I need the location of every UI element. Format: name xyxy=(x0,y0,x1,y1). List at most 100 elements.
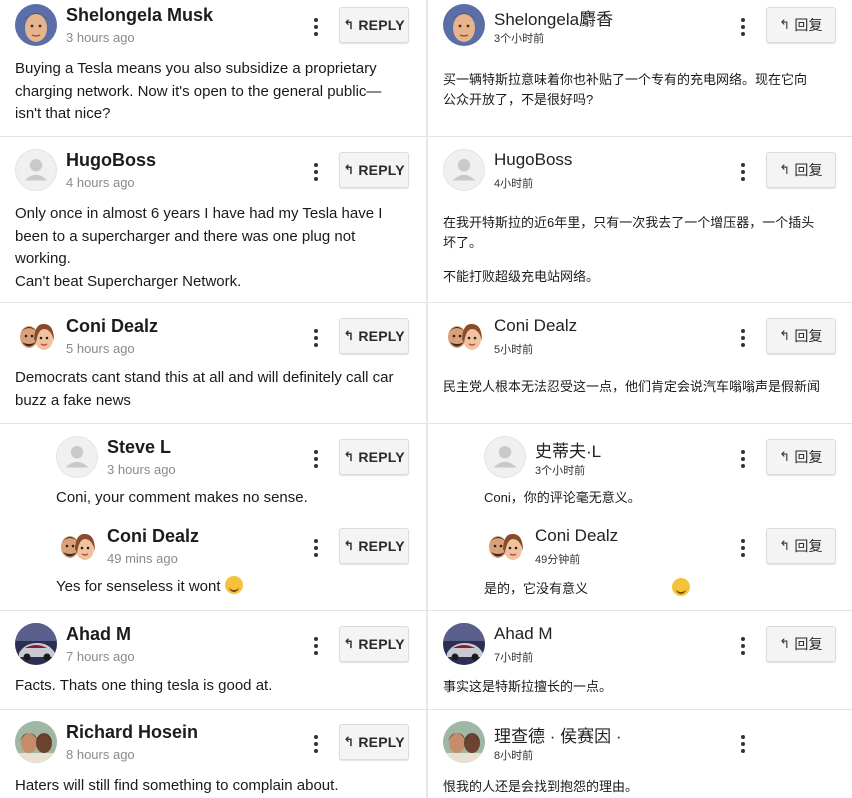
avatar[interactable] xyxy=(484,436,526,478)
reply-arrow-icon: ↰ xyxy=(343,17,355,32)
more-options-icon[interactable] xyxy=(311,328,321,348)
comment-timestamp: 4 hours ago xyxy=(66,175,135,190)
comment-line: charging network. Now it's open to the g… xyxy=(15,82,382,100)
reply-label: 回复 xyxy=(794,17,823,33)
reply-label: REPLY xyxy=(358,636,405,652)
comment-author[interactable]: 理查德 · 侯赛因 · xyxy=(494,722,622,747)
avatar[interactable] xyxy=(443,721,485,763)
more-options-icon[interactable] xyxy=(738,449,748,469)
more-options-icon[interactable] xyxy=(311,17,321,37)
more-options-icon[interactable] xyxy=(311,636,321,656)
more-options-icon[interactable] xyxy=(311,734,321,754)
more-options-icon[interactable] xyxy=(738,17,748,37)
avatar[interactable] xyxy=(15,623,57,665)
comment-line: 民主党人根本无法忍受这一点，他们肯定会说汽车嗡嗡声是假新闻 xyxy=(443,379,821,394)
comment-author[interactable]: HugoBoss xyxy=(494,150,572,170)
comment-separator xyxy=(0,610,426,611)
comment-body: 恨我的人还是会找到抱怨的理由。 xyxy=(443,777,638,797)
comment-line xyxy=(443,253,814,267)
avatar[interactable] xyxy=(15,149,57,191)
reply-button[interactable]: ↰ REPLY xyxy=(339,724,409,760)
reply-button[interactable]: ↰ REPLY xyxy=(339,318,409,354)
reply-button[interactable]: ↰ 回复 xyxy=(766,7,836,43)
reply-arrow-icon: ↰ xyxy=(343,734,355,749)
avatar[interactable] xyxy=(443,315,485,357)
reply-arrow-icon: ↰ xyxy=(779,636,791,651)
comment-body: Coni, your comment makes no sense. xyxy=(56,487,308,510)
comment-line: been to a supercharger and there was one… xyxy=(15,227,356,245)
avatar[interactable] xyxy=(15,4,57,46)
reply-label: 回复 xyxy=(794,328,823,344)
more-options-icon[interactable] xyxy=(311,162,321,182)
more-options-icon[interactable] xyxy=(738,636,748,656)
comment-author[interactable]: Coni Dealz xyxy=(107,526,199,547)
reply-arrow-icon: ↰ xyxy=(343,538,355,553)
more-options-icon[interactable] xyxy=(738,538,748,558)
reply-arrow-icon: ↰ xyxy=(343,636,355,651)
comment-body: Only once in almost 6 years I have had m… xyxy=(15,203,382,293)
comment-timestamp: 5 hours ago xyxy=(66,341,135,356)
comment-body: 事实这是特斯拉擅长的一点。 xyxy=(443,677,612,697)
comment-line: Can't beat Supercharger Network. xyxy=(15,272,242,290)
comment-body: Buying a Tesla means you also subsidize … xyxy=(15,58,381,126)
reply-arrow-icon: ↰ xyxy=(779,538,791,553)
chinese-comments-column: Shelongela麝香 3个小时前 ↰ 回复 买一辆特斯拉意味着你也补贴了一个专有的充… xyxy=(428,0,852,798)
more-options-icon[interactable] xyxy=(311,449,321,469)
reply-button[interactable]: ↰ 回复 xyxy=(766,439,836,475)
comment-line: buzz a fake news xyxy=(15,391,131,409)
reply-button[interactable]: ↰ REPLY xyxy=(339,528,409,564)
reply-button[interactable]: ↰ 回复 xyxy=(766,152,836,188)
more-options-icon[interactable] xyxy=(738,328,748,348)
comment-author[interactable]: Coni Dealz xyxy=(66,316,158,337)
comment-timestamp: 3 hours ago xyxy=(66,30,135,45)
avatar[interactable] xyxy=(56,436,98,478)
comment-line: Yes for senseless it wont xyxy=(56,578,221,595)
comment-line: 在我开特斯拉的近6年里，只有一次我去了一个增压器，一个插头 xyxy=(443,215,815,230)
reply-button[interactable]: ↰ REPLY xyxy=(339,152,409,188)
comment-body: 民主党人根本无法忍受这一点，他们肯定会说汽车嗡嗡声是假新闻 xyxy=(443,377,820,397)
comment-author[interactable]: Ahad M xyxy=(66,624,131,645)
english-comments-column: Shelongela Musk 3 hours ago ↰ REPLY Buying a… xyxy=(0,0,426,798)
comment-line: 不能打败超级充电站网络。 xyxy=(443,269,600,284)
comment-author[interactable]: Coni Dealz xyxy=(494,316,577,336)
avatar[interactable] xyxy=(443,149,485,191)
comment-author[interactable]: Steve L xyxy=(107,437,171,458)
avatar[interactable] xyxy=(56,525,98,567)
comment-body: Coni，你的评论毫无意义。 xyxy=(484,488,641,508)
reply-label: 回复 xyxy=(794,636,823,652)
comment-line: Only once in almost 6 years I have had m… xyxy=(15,205,383,222)
more-options-icon[interactable] xyxy=(311,538,321,558)
reply-button[interactable]: ↰ 回复 xyxy=(766,626,836,662)
comment-body: Yes for senseless it wont xyxy=(56,576,243,599)
comment-author[interactable]: 史蒂夫·L xyxy=(535,437,601,462)
more-options-icon[interactable] xyxy=(738,162,748,182)
avatar[interactable] xyxy=(443,4,485,46)
comment-line: Haters will still find something to comp… xyxy=(15,777,339,794)
comment-author[interactable]: Coni Dealz xyxy=(535,526,618,546)
more-options-icon[interactable] xyxy=(738,734,748,754)
avatar[interactable] xyxy=(15,315,57,357)
comment-line: Coni, your comment makes no sense. xyxy=(56,489,308,506)
reply-button[interactable]: ↰ 回复 xyxy=(766,318,836,354)
comment-separator xyxy=(0,136,426,137)
comment-author[interactable]: Shelongela Musk xyxy=(66,5,213,26)
avatar[interactable] xyxy=(15,721,57,763)
reply-button[interactable]: ↰ REPLY xyxy=(339,7,409,43)
reply-button[interactable]: ↰ 回复 xyxy=(766,528,836,564)
reply-button[interactable]: ↰ REPLY xyxy=(339,626,409,662)
comment-body: 在我开特斯拉的近6年里，只有一次我去了一个增压器，一个插头 坏了。不能打败超级充电… xyxy=(443,213,814,287)
comment-author[interactable]: Ahad M xyxy=(494,624,553,644)
comment-line: Democrats cant stand this at all and wil… xyxy=(15,369,394,386)
avatar[interactable] xyxy=(443,623,485,665)
reply-button[interactable]: ↰ REPLY xyxy=(339,439,409,475)
avatar[interactable] xyxy=(484,525,526,567)
comment-author[interactable]: Richard Hosein xyxy=(66,722,198,743)
comment-author[interactable]: Shelongela麝香 xyxy=(494,5,613,30)
comment-line: working. xyxy=(15,250,71,267)
comment-timestamp: 3个小时前 xyxy=(494,33,545,45)
reply-label: REPLY xyxy=(358,328,405,344)
comment-separator xyxy=(428,610,852,611)
comment-author[interactable]: HugoBoss xyxy=(66,150,156,171)
reply-arrow-icon: ↰ xyxy=(779,17,791,32)
comment-line: 坏了。 xyxy=(443,235,483,250)
